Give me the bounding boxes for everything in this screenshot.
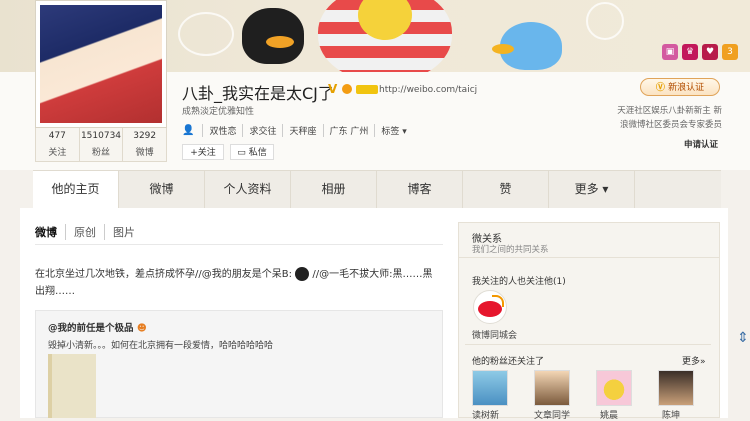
- emoji-icon: ☻: [136, 323, 147, 334]
- verify-description: 天涯社区娱乐八卦新新主 新 浪微博社区委员会专家委员: [612, 104, 722, 132]
- apply-verify-link[interactable]: 申请认证: [684, 138, 718, 150]
- tag-item[interactable]: 双性恋: [202, 124, 242, 137]
- profile-signature: 成熟淡定优雅知性: [182, 107, 255, 117]
- tab-profile[interactable]: 个人资料: [205, 171, 291, 208]
- medal-icon[interactable]: ♛: [682, 44, 698, 60]
- emoji-icon: [295, 267, 310, 281]
- post-text-part: //@一毛不拔大师:黑……黑: [312, 269, 433, 280]
- banner-icons: ▣ ♛ ♥ 3: [662, 44, 738, 60]
- stat-value: 477: [48, 131, 66, 141]
- profile-tags: 👤 双性恋 求交往 天秤座 广东 广州 标签 ▾: [182, 124, 413, 137]
- stat-followers[interactable]: 1510734 粉丝: [80, 128, 124, 161]
- verify-button-label: 新浪认证: [668, 83, 705, 93]
- tab-weibo[interactable]: 微博: [119, 171, 205, 208]
- followed-by-heading: 我关注的人也关注他(1): [472, 277, 566, 287]
- followed-by-name[interactable]: 微博同城会: [472, 328, 517, 341]
- level-badge-icon[interactable]: 3: [722, 44, 738, 60]
- stat-value: 3292: [133, 131, 157, 141]
- black-duck-beak: [266, 36, 294, 48]
- vip-badge-icon[interactable]: [356, 85, 378, 94]
- divider: [465, 344, 711, 345]
- feed-filter: 微博 原创 图片: [35, 224, 143, 240]
- fans-heading: 他的粉丝还关注了: [472, 357, 545, 367]
- tag-item[interactable]: 广东 广州: [322, 124, 375, 137]
- stat-label: 微博: [135, 148, 154, 158]
- back-to-top-icon[interactable]: ⇕: [736, 330, 750, 356]
- banner-swirl: [178, 12, 234, 56]
- tab-blog[interactable]: 博客: [377, 171, 463, 208]
- fan-name[interactable]: 姚晨: [600, 408, 618, 421]
- repost-image[interactable]: [48, 354, 96, 418]
- stat-label: 粉丝: [92, 148, 111, 158]
- member-icon[interactable]: [342, 84, 352, 94]
- stat-value: 1510734: [80, 131, 122, 141]
- message-label: 私信: [248, 148, 267, 158]
- fan-avatar[interactable]: [534, 370, 570, 406]
- message-button[interactable]: ▭ 私信: [230, 144, 274, 160]
- relations-subtitle: 我们之间的共同关系: [472, 245, 549, 255]
- repost-author-link[interactable]: @我的前任是个极品 ☻: [48, 320, 147, 334]
- filter-all[interactable]: 微博: [35, 224, 65, 240]
- profile-tabs: 他的主页 微博 个人资料 相册 博客 赞 更多 ▾: [33, 170, 721, 209]
- divider: [458, 257, 720, 258]
- heart-icon[interactable]: ♥: [702, 44, 718, 60]
- tab-more[interactable]: 更多 ▾: [549, 171, 635, 208]
- verified-v-icon[interactable]: V: [328, 82, 340, 96]
- verify-desc-line: 浪微博社区委员会专家委员: [619, 120, 722, 130]
- tab-album[interactable]: 相册: [291, 171, 377, 208]
- profile-stats: 477 关注 1510734 粉丝 3292 微博: [35, 128, 167, 162]
- stat-posts[interactable]: 3292 微博: [123, 128, 166, 161]
- stat-following[interactable]: 477 关注: [36, 128, 80, 161]
- fan-avatar[interactable]: [472, 370, 508, 406]
- filter-original[interactable]: 原创: [65, 224, 104, 240]
- profile-name: 八卦_我实在是太CJ了: [182, 84, 334, 103]
- post-text: 在北京坐过几次地铁，差点挤成怀孕//@我的朋友是个呆B: //@一毛不拔大师:黑…: [35, 266, 443, 300]
- post-text-part: 在北京坐过几次地铁，差点挤成怀孕//@我的朋友是个呆B:: [35, 269, 292, 280]
- fan-name[interactable]: 文章同学: [534, 408, 570, 421]
- stat-label: 关注: [48, 148, 67, 158]
- post-text-part: 出翔……: [35, 286, 75, 297]
- weibo-logo-icon[interactable]: [473, 290, 507, 324]
- tab-home[interactable]: 他的主页: [33, 171, 119, 208]
- more-link[interactable]: 更多»: [682, 354, 706, 367]
- profile-url-link[interactable]: http://weibo.com/taicj: [379, 85, 477, 95]
- follow-button[interactable]: +关注: [182, 144, 224, 160]
- banner-swirl: [586, 2, 624, 40]
- avatar-image: [40, 5, 162, 123]
- tag-item[interactable]: 天秤座: [282, 124, 322, 137]
- blue-duck-beak: [492, 44, 514, 54]
- fan-name[interactable]: 读树新: [472, 408, 499, 421]
- fan-avatar[interactable]: [596, 370, 632, 406]
- divider: [35, 244, 443, 245]
- sina-verify-button[interactable]: Ⓥ 新浪认证: [640, 78, 720, 96]
- tv-icon[interactable]: ▣: [662, 44, 678, 60]
- fan-avatar[interactable]: [658, 370, 694, 406]
- repost-text: 毁掉小清新。。。如何在北京拥有一段爱情，哈哈哈哈哈哈: [48, 341, 274, 351]
- fan-name[interactable]: 陈坤: [662, 408, 680, 421]
- tab-likes[interactable]: 赞: [463, 171, 549, 208]
- verify-desc-line: 天涯社区娱乐八卦新新主 新: [617, 106, 722, 116]
- tags-dropdown[interactable]: 标签 ▾: [374, 124, 412, 137]
- v-circle-icon: Ⓥ: [655, 83, 669, 93]
- avatar[interactable]: [35, 0, 167, 128]
- filter-images[interactable]: 图片: [104, 224, 143, 240]
- person-icon: 👤: [182, 125, 195, 136]
- tag-item[interactable]: 求交往: [242, 124, 282, 137]
- message-icon: ▭: [237, 148, 246, 158]
- repost-author-name: @我的前任是个极品: [48, 323, 134, 334]
